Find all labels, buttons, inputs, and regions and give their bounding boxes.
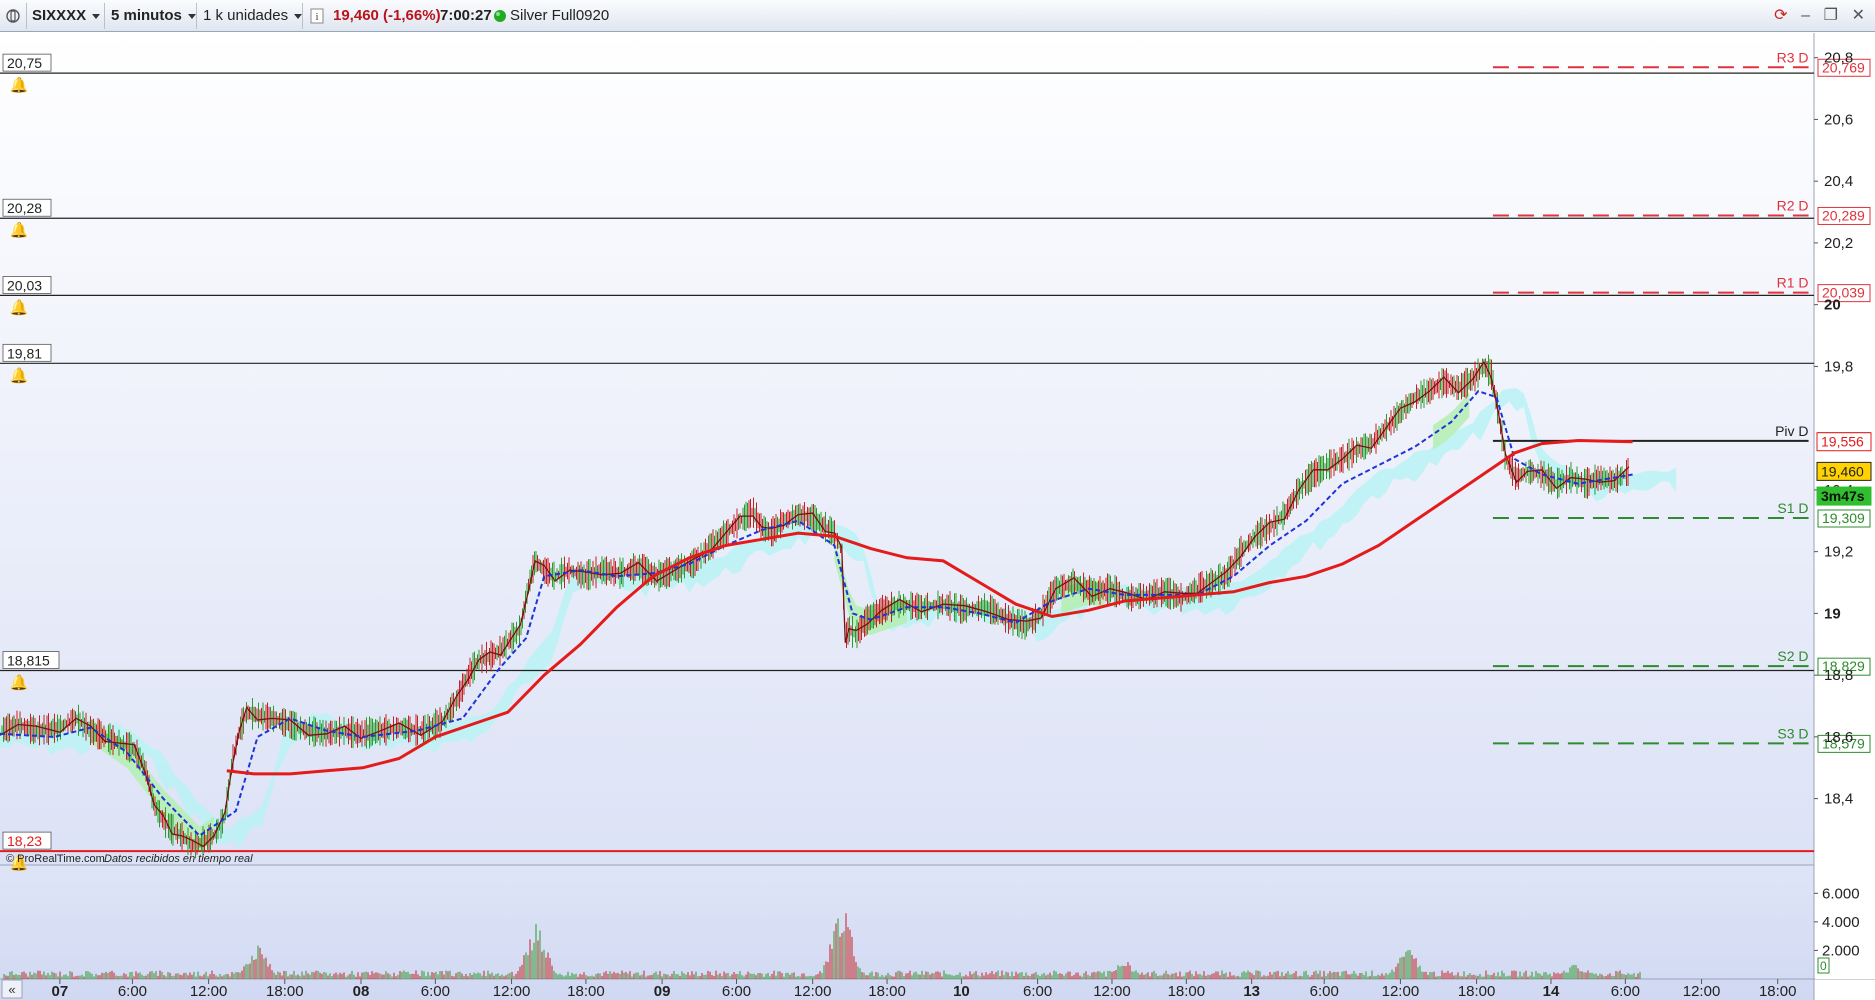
time-tick-label: 07 bbox=[52, 983, 69, 1000]
price-marker-label: 3m47s bbox=[1821, 488, 1865, 504]
time-tick-label: 12:00 bbox=[794, 983, 832, 1000]
time-tick-label: 14 bbox=[1543, 983, 1560, 1000]
time-tick-label: 18:00 bbox=[868, 983, 906, 1000]
alert-label: 20,03 bbox=[7, 277, 42, 293]
volume-tick-label: 2.000 bbox=[1822, 942, 1860, 959]
pivot-name: R2 D bbox=[1777, 197, 1809, 213]
bell-icon: 🔔 bbox=[10, 366, 29, 384]
drag-handle-icon[interactable] bbox=[5, 4, 23, 28]
pivot-name: R3 D bbox=[1777, 49, 1809, 65]
chevron-down-icon bbox=[294, 13, 303, 19]
time-tick-label: 18:00 bbox=[1458, 983, 1496, 1000]
time-tick-label: 18:00 bbox=[567, 983, 605, 1000]
copyright-text: © ProRealTime.com bbox=[6, 853, 105, 865]
time-tick-label: 12:00 bbox=[1683, 983, 1721, 1000]
time-tick-label: 08 bbox=[353, 983, 370, 1000]
volume-tick-label: 4.000 bbox=[1822, 914, 1860, 931]
units-label: 1 k unidades bbox=[203, 7, 289, 24]
price-marker-label: 19,460 bbox=[1821, 463, 1864, 479]
price-tick-label: 18,6 bbox=[1824, 729, 1853, 746]
pivot-value: 20,289 bbox=[1822, 207, 1865, 223]
time-tick-label: 12:00 bbox=[493, 983, 531, 1000]
double-chevron-left-icon: « bbox=[8, 982, 15, 997]
price-tick-label: 20,2 bbox=[1824, 235, 1853, 252]
pivot-name: S1 D bbox=[1777, 500, 1808, 516]
time-tick-label: 6:00 bbox=[421, 983, 450, 1000]
bell-icon: 🔔 bbox=[10, 221, 29, 239]
price-tick-label: 20,8 bbox=[1824, 50, 1853, 67]
pivot-value: 19,309 bbox=[1822, 510, 1865, 526]
time-tick-label: 12:00 bbox=[1093, 983, 1131, 1000]
alert-label: 20,28 bbox=[7, 200, 42, 216]
price-tick-label: 20,4 bbox=[1824, 173, 1853, 190]
pivot-name: Piv D bbox=[1775, 423, 1808, 439]
symbol-selector[interactable]: SIXXXX bbox=[32, 4, 101, 28]
pivot-name: S2 D bbox=[1777, 648, 1808, 664]
feed-status-icon bbox=[493, 4, 507, 28]
time-tick-label: 6:00 bbox=[1611, 983, 1640, 1000]
price-tick-label: 19,2 bbox=[1824, 544, 1853, 561]
realtime-note: Datos recibidos en tiempo real bbox=[104, 853, 253, 865]
chart-area[interactable]: 20,75 🔔 20,28 🔔 20,03 🔔 19,81 🔔 18,815 🔔 18,23 🔔 R3… bbox=[0, 33, 1875, 1000]
price-tick-label: 20,6 bbox=[1824, 111, 1853, 128]
pivot-name: S3 D bbox=[1777, 725, 1808, 741]
contract-name: Silver Full0920 bbox=[510, 7, 610, 24]
alert-label: 20,75 bbox=[7, 55, 42, 71]
symbol-label: SIXXXX bbox=[32, 7, 87, 24]
price-change: 19,460 (-1,66%) bbox=[333, 7, 441, 24]
time-tick-label: 12:00 bbox=[190, 983, 228, 1000]
window-controls: ⟳ – ❐ ✕ bbox=[1764, 7, 1865, 25]
time-tick-label: 13 bbox=[1243, 983, 1260, 1000]
price-marker-label: 19,556 bbox=[1821, 434, 1864, 450]
time-tick-label: 6:00 bbox=[1310, 983, 1339, 1000]
pivot-name: R1 D bbox=[1777, 275, 1809, 291]
volume-current-label: 0 bbox=[1820, 959, 1827, 973]
bell-icon: 🔔 bbox=[10, 298, 29, 316]
chevron-down-icon bbox=[92, 13, 101, 19]
price-markers: 19,556 19,460 3m47s bbox=[1816, 432, 1872, 506]
chart-toolbar: SIXXXX 5 minutos 1 k unidades i 19,460 (… bbox=[0, 0, 1875, 32]
timeframe-label: 5 minutos bbox=[111, 7, 182, 24]
units-selector[interactable]: 1 k unidades bbox=[203, 4, 303, 28]
price-tick-label: 20 bbox=[1824, 297, 1841, 314]
time-tick-label: 10 bbox=[953, 983, 970, 1000]
last-update-time: 7:00:27 bbox=[440, 7, 492, 24]
price-chart[interactable]: 20,75🔔20,28🔔20,03🔔19,81🔔18,815🔔18,23🔔 R3… bbox=[0, 33, 1875, 1000]
alert-label: 19,81 bbox=[7, 345, 42, 361]
scroll-left-button[interactable]: « bbox=[1, 979, 23, 999]
info-icon[interactable]: i bbox=[310, 4, 324, 28]
time-tick-label: 18:00 bbox=[1168, 983, 1206, 1000]
restore-icon[interactable]: ❐ bbox=[1824, 7, 1838, 25]
timeframe-selector[interactable]: 5 minutos bbox=[111, 4, 196, 28]
price-tick-label: 18,8 bbox=[1824, 667, 1853, 684]
bell-icon: 🔔 bbox=[10, 674, 29, 692]
time-tick-label: 18:00 bbox=[266, 983, 304, 1000]
time-tick-label: 18:00 bbox=[1759, 983, 1797, 1000]
alert-label: 18,23 bbox=[7, 833, 42, 849]
refresh-icon[interactable]: ⟳ bbox=[1774, 7, 1787, 25]
price-tick-label: 19,8 bbox=[1824, 358, 1853, 375]
volume-tick-label: 6.000 bbox=[1822, 885, 1860, 902]
time-tick-label: 6:00 bbox=[1023, 983, 1052, 1000]
chevron-down-icon bbox=[187, 13, 196, 19]
time-tick-label: 12:00 bbox=[1382, 983, 1420, 1000]
time-tick-label: 6:00 bbox=[722, 983, 751, 1000]
bell-icon: 🔔 bbox=[10, 76, 29, 94]
time-tick-label: 09 bbox=[654, 983, 671, 1000]
volume-panel-bg bbox=[0, 865, 1814, 1000]
time-tick-label: 6:00 bbox=[118, 983, 147, 1000]
minimize-icon[interactable]: – bbox=[1801, 7, 1810, 25]
price-tick-label: 18,4 bbox=[1824, 791, 1853, 808]
close-icon[interactable]: ✕ bbox=[1852, 7, 1865, 25]
alert-label: 18,815 bbox=[7, 653, 50, 669]
svg-text:i: i bbox=[315, 11, 318, 23]
price-tick-label: 19 bbox=[1824, 605, 1841, 622]
